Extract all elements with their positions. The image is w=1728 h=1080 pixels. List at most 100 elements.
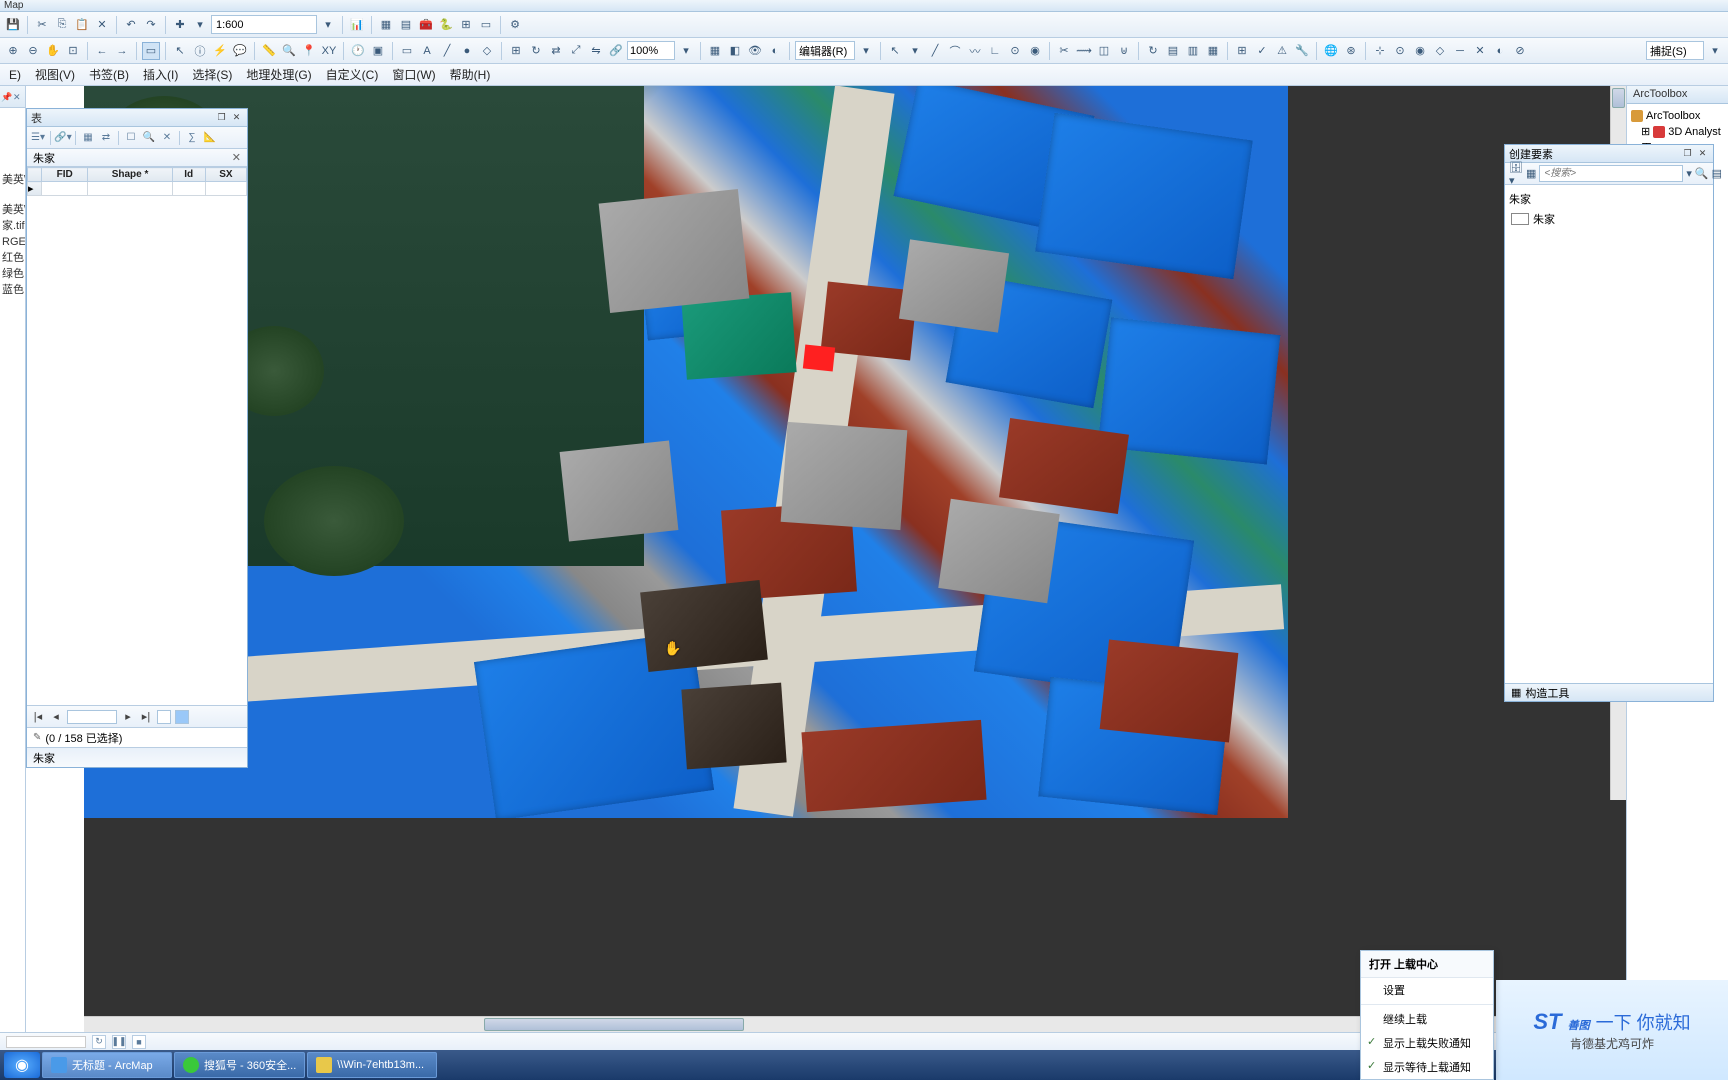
snap-edge-icon[interactable]: ─ — [1451, 42, 1469, 60]
menu-windows[interactable]: 窗口(W) — [385, 63, 442, 86]
rotate-icon[interactable]: ↻ — [527, 42, 545, 60]
map-view[interactable]: ✋ ▦ ▭ — [84, 86, 1626, 1032]
reshape-icon[interactable]: ⟿ — [1075, 42, 1093, 60]
restore-icon[interactable]: ❐ — [1681, 148, 1694, 160]
modelbuilder-icon[interactable]: ⊞ — [457, 16, 475, 34]
snapping-icon[interactable]: ⊹ — [1371, 42, 1389, 60]
delete-selected-icon[interactable]: ✕ — [159, 130, 175, 146]
refresh-icon[interactable]: ↻ — [92, 1035, 106, 1049]
full-extent-icon[interactable]: ⊡ — [64, 42, 82, 60]
table-options-icon[interactable]: ☰▾ — [30, 130, 46, 146]
paste-icon[interactable]: 📋 — [73, 16, 91, 34]
upload-continue[interactable]: 继续上载 — [1361, 1007, 1493, 1031]
delete-icon[interactable]: ✕ — [93, 16, 111, 34]
show-all-toggle[interactable] — [157, 710, 171, 724]
upload-menu-header[interactable]: 打开 上载中心 — [1361, 951, 1493, 978]
python-icon[interactable]: 🐍 — [437, 16, 455, 34]
taskbar-browser[interactable]: 搜狐号 - 360安全... — [174, 1052, 305, 1078]
arctoolbox-root[interactable]: ArcToolbox — [1631, 108, 1724, 124]
pan-icon[interactable]: ✋ — [44, 42, 62, 60]
snap-point-icon[interactable]: ⊙ — [1391, 42, 1409, 60]
edit-tool-icon[interactable]: ↖ — [886, 42, 904, 60]
pin-icon[interactable]: 📌 — [1, 92, 11, 102]
midpoint-icon[interactable]: ⊙ — [1006, 42, 1024, 60]
record-number-input[interactable] — [67, 710, 117, 724]
snap-menu[interactable] — [1646, 41, 1704, 60]
menu-bookmarks[interactable]: 书签(B) — [82, 63, 136, 86]
zoom-selected-icon[interactable]: 🔍 — [141, 130, 157, 146]
flip-icon[interactable]: ⇋ — [587, 42, 605, 60]
cancel-draw-icon[interactable]: ■ — [132, 1035, 146, 1049]
redo-icon[interactable]: ↷ — [142, 16, 160, 34]
snap-midpoint-icon[interactable]: ◐ — [1491, 42, 1509, 60]
taskbar-explorer[interactable]: \\Win-7ehtb13m... — [307, 1052, 437, 1078]
snap-dropdown-icon[interactable]: ▾ — [1706, 42, 1724, 60]
draw-marker-icon[interactable]: ● — [458, 42, 476, 60]
geometric-network-icon[interactable]: ⊛ — [1342, 42, 1360, 60]
zoom-percent-input[interactable] — [627, 41, 675, 60]
select-features-icon[interactable]: ▭ — [142, 42, 160, 60]
switch-selection-icon[interactable]: ⇄ — [98, 130, 114, 146]
create-features-titlebar[interactable]: 创建要素 ❐ ✕ — [1505, 145, 1713, 163]
attributes-icon[interactable]: ▤ — [1164, 42, 1182, 60]
col-fid[interactable]: FID — [42, 168, 88, 182]
measure-icon[interactable]: 📏 — [260, 42, 278, 60]
toc-line[interactable]: 美英\ — [2, 202, 23, 218]
col-id[interactable]: Id — [172, 168, 205, 182]
rotate-tool-icon[interactable]: ↻ — [1144, 42, 1162, 60]
straight-segment-icon[interactable]: ╱ — [926, 42, 944, 60]
close-icon[interactable]: ✕ — [1696, 148, 1709, 160]
network-icon[interactable]: 🌐 — [1322, 42, 1340, 60]
scale-dropdown-icon[interactable]: ▾ — [319, 16, 337, 34]
start-button[interactable]: ◉ — [4, 1052, 40, 1078]
find-icon[interactable]: 🔍 — [280, 42, 298, 60]
menu-edit[interactable]: E) — [2, 65, 28, 85]
forward-icon[interactable]: → — [113, 42, 131, 60]
organize-templates-icon[interactable]: ▦ — [1526, 165, 1536, 183]
draw-line-icon[interactable]: ╱ — [438, 42, 456, 60]
link-icon[interactable]: 🔗 — [607, 42, 625, 60]
toc-line[interactable]: 美英\ — [2, 172, 23, 188]
col-shape[interactable]: Shape * — [88, 168, 172, 182]
results-icon[interactable]: ▭ — [477, 16, 495, 34]
attribute-grid[interactable]: FID Shape * Id SX ▸ — [27, 167, 247, 705]
template-search-input[interactable] — [1539, 165, 1683, 182]
trace-icon[interactable]: 〰 — [966, 42, 984, 60]
hyperlink-icon[interactable]: ⚡ — [211, 42, 229, 60]
toc-line[interactable]: 家.tif — [2, 218, 23, 234]
editor-dropdown-icon[interactable]: ▾ — [857, 42, 875, 60]
undo-icon[interactable]: ↶ — [122, 16, 140, 34]
cut-polygon-icon[interactable]: ◫ — [1095, 42, 1113, 60]
zoom-dropdown-icon[interactable]: ▾ — [677, 42, 695, 60]
create-viewer-icon[interactable]: ▣ — [369, 42, 387, 60]
go-to-xy-icon[interactable]: XY — [320, 42, 338, 60]
prev-record-icon[interactable]: ◂ — [49, 710, 63, 723]
zoom-out-icon[interactable]: ⊖ — [24, 42, 42, 60]
zoom-in-icon[interactable]: ⊕ — [4, 42, 22, 60]
validate-icon[interactable]: ✓ — [1253, 42, 1271, 60]
catalog-icon[interactable]: ▦ — [377, 16, 395, 34]
arc-segment-icon[interactable]: ⌒ — [946, 42, 964, 60]
select-by-attr-icon[interactable]: ▦ — [80, 130, 96, 146]
grouped-view-icon[interactable]: ▤ — [1712, 165, 1722, 183]
search-go-icon[interactable]: 🔍 — [1695, 165, 1709, 183]
fix-topology-icon[interactable]: 🔧 — [1293, 42, 1311, 60]
contrast-icon[interactable]: ◐ — [766, 42, 784, 60]
right-angle-icon[interactable]: ∟ — [986, 42, 1004, 60]
upload-show-wait-notify[interactable]: 显示等待上载通知 — [1361, 1055, 1493, 1079]
upload-settings[interactable]: 设置 — [1361, 978, 1493, 1002]
draw-text-icon[interactable]: A — [418, 42, 436, 60]
show-selected-toggle[interactable] — [175, 710, 189, 724]
first-record-icon[interactable]: |◂ — [31, 710, 45, 723]
table-row[interactable]: ▸ — [28, 182, 247, 196]
snap-vertex-icon[interactable]: ◇ — [1431, 42, 1449, 60]
col-sx[interactable]: SX — [205, 168, 246, 182]
dropdown-icon[interactable]: ▾ — [191, 16, 209, 34]
copy-icon[interactable]: ⎘ — [53, 16, 71, 34]
search-dropdown-icon[interactable]: ▾ — [1686, 165, 1692, 183]
error-inspector-icon[interactable]: ⚠ — [1273, 42, 1291, 60]
menu-insert[interactable]: 插入(I) — [136, 63, 185, 86]
menu-view[interactable]: 视图(V) — [28, 63, 82, 86]
end-point-icon[interactable]: ◉ — [1026, 42, 1044, 60]
arctoolbox-icon[interactable]: 🧰 — [417, 16, 435, 34]
